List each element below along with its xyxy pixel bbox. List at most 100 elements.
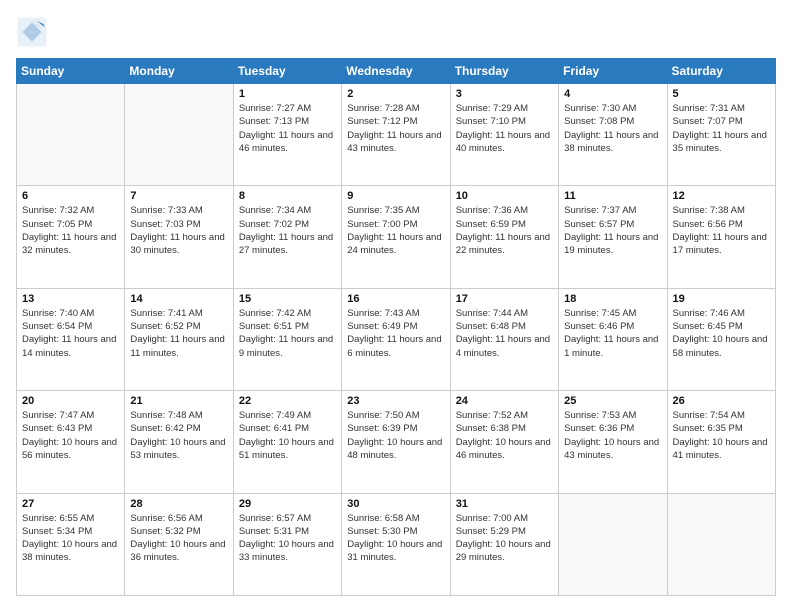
calendar-cell: 11Sunrise: 7:37 AMSunset: 6:57 PMDayligh… <box>559 186 667 288</box>
calendar-cell: 31 Sunrise: 7:00 AMSunset: 5:29 PMDayligh… <box>450 493 558 595</box>
cell-info: Sunrise: 7:34 AMSunset: 7:02 PMDaylight:… <box>239 204 336 257</box>
cell-info: Sunrise: 7:49 AMSunset: 6:41 PMDaylight:… <box>239 409 336 462</box>
calendar-cell <box>559 493 667 595</box>
day-number: 4 <box>564 88 661 100</box>
day-number: 24 <box>456 395 553 407</box>
calendar-cell: 23 Sunrise: 7:50 AMSunset: 6:39 PMDayligh… <box>342 391 450 493</box>
day-number: 26 <box>673 395 770 407</box>
cell-info: Sunrise: 7:52 AMSunset: 6:38 PMDaylight:… <box>456 409 553 462</box>
cell-info: Sunrise: 7:00 AMSunset: 5:29 PMDaylight:… <box>456 512 553 565</box>
calendar-cell: 12Sunrise: 7:38 AMSunset: 6:56 PMDayligh… <box>667 186 775 288</box>
day-number: 18 <box>564 293 661 305</box>
day-number: 2 <box>347 88 444 100</box>
day-number: 20 <box>22 395 119 407</box>
calendar-cell: 7 Sunrise: 7:33 AMSunset: 7:03 PMDaylight… <box>125 186 233 288</box>
calendar-cell <box>17 84 125 186</box>
cell-info: Sunrise: 7:32 AMSunset: 7:05 PMDaylight:… <box>22 204 119 257</box>
day-number: 10 <box>456 190 553 202</box>
calendar-cell: 25 Sunrise: 7:53 AMSunset: 6:36 PMDayligh… <box>559 391 667 493</box>
header-day-tuesday: Tuesday <box>233 59 341 84</box>
day-number: 30 <box>347 498 444 510</box>
day-number: 9 <box>347 190 444 202</box>
header-day-saturday: Saturday <box>667 59 775 84</box>
day-number: 28 <box>130 498 227 510</box>
day-number: 29 <box>239 498 336 510</box>
calendar-cell: 29 Sunrise: 6:57 AMSunset: 5:31 PMDayligh… <box>233 493 341 595</box>
calendar-cell: 30Sunrise: 6:58 AMSunset: 5:30 PMDayligh… <box>342 493 450 595</box>
calendar-cell: 19 Sunrise: 7:46 AMSunset: 6:45 PMDayligh… <box>667 288 775 390</box>
header <box>16 16 776 48</box>
logo-icon <box>16 16 48 48</box>
calendar-cell: 10 Sunrise: 7:36 AMSunset: 6:59 PMDayligh… <box>450 186 558 288</box>
calendar-cell <box>125 84 233 186</box>
day-number: 6 <box>22 190 119 202</box>
day-number: 31 <box>456 498 553 510</box>
cell-info: Sunrise: 7:30 AMSunset: 7:08 PMDaylight:… <box>564 102 661 155</box>
calendar-cell: 16Sunrise: 7:43 AMSunset: 6:49 PMDayligh… <box>342 288 450 390</box>
cell-info: Sunrise: 7:31 AMSunset: 7:07 PMDaylight:… <box>673 102 770 155</box>
calendar-cell: 5 Sunrise: 7:31 AMSunset: 7:07 PMDaylight… <box>667 84 775 186</box>
day-number: 1 <box>239 88 336 100</box>
calendar-cell: 15Sunrise: 7:42 AMSunset: 6:51 PMDayligh… <box>233 288 341 390</box>
cell-info: Sunrise: 7:54 AMSunset: 6:35 PMDaylight:… <box>673 409 770 462</box>
cell-info: Sunrise: 7:37 AMSunset: 6:57 PMDaylight:… <box>564 204 661 257</box>
calendar-cell <box>667 493 775 595</box>
day-number: 15 <box>239 293 336 305</box>
day-number: 27 <box>22 498 119 510</box>
calendar-cell: 6 Sunrise: 7:32 AMSunset: 7:05 PMDaylight… <box>17 186 125 288</box>
cell-info: Sunrise: 7:27 AMSunset: 7:13 PMDaylight:… <box>239 102 336 155</box>
calendar-week-3: 13 Sunrise: 7:40 AMSunset: 6:54 PMDayligh… <box>17 288 776 390</box>
day-number: 3 <box>456 88 553 100</box>
calendar-cell: 9Sunrise: 7:35 AMSunset: 7:00 PMDaylight… <box>342 186 450 288</box>
cell-info: Sunrise: 7:53 AMSunset: 6:36 PMDaylight:… <box>564 409 661 462</box>
day-number: 25 <box>564 395 661 407</box>
day-number: 21 <box>130 395 227 407</box>
header-day-sunday: Sunday <box>17 59 125 84</box>
page: SundayMondayTuesdayWednesdayThursdayFrid… <box>0 0 792 612</box>
header-day-friday: Friday <box>559 59 667 84</box>
cell-info: Sunrise: 7:36 AMSunset: 6:59 PMDaylight:… <box>456 204 553 257</box>
day-number: 23 <box>347 395 444 407</box>
calendar-cell: 21Sunrise: 7:48 AMSunset: 6:42 PMDayligh… <box>125 391 233 493</box>
cell-info: Sunrise: 7:28 AMSunset: 7:12 PMDaylight:… <box>347 102 444 155</box>
calendar-header-row: SundayMondayTuesdayWednesdayThursdayFrid… <box>17 59 776 84</box>
header-day-wednesday: Wednesday <box>342 59 450 84</box>
calendar-cell: 14 Sunrise: 7:41 AMSunset: 6:52 PMDayligh… <box>125 288 233 390</box>
cell-info: Sunrise: 7:40 AMSunset: 6:54 PMDaylight:… <box>22 307 119 360</box>
cell-info: Sunrise: 7:46 AMSunset: 6:45 PMDaylight:… <box>673 307 770 360</box>
calendar-cell: 17 Sunrise: 7:44 AMSunset: 6:48 PMDayligh… <box>450 288 558 390</box>
calendar-cell: 27Sunrise: 6:55 AMSunset: 5:34 PMDayligh… <box>17 493 125 595</box>
day-number: 7 <box>130 190 227 202</box>
day-number: 16 <box>347 293 444 305</box>
calendar-cell: 13 Sunrise: 7:40 AMSunset: 6:54 PMDayligh… <box>17 288 125 390</box>
header-day-monday: Monday <box>125 59 233 84</box>
cell-info: Sunrise: 7:45 AMSunset: 6:46 PMDaylight:… <box>564 307 661 360</box>
cell-info: Sunrise: 7:44 AMSunset: 6:48 PMDaylight:… <box>456 307 553 360</box>
day-number: 14 <box>130 293 227 305</box>
cell-info: Sunrise: 7:29 AMSunset: 7:10 PMDaylight:… <box>456 102 553 155</box>
calendar-cell: 3 Sunrise: 7:29 AMSunset: 7:10 PMDaylight… <box>450 84 558 186</box>
calendar-cell: 28 Sunrise: 6:56 AMSunset: 5:32 PMDayligh… <box>125 493 233 595</box>
cell-info: Sunrise: 7:50 AMSunset: 6:39 PMDaylight:… <box>347 409 444 462</box>
calendar-cell: 20Sunrise: 7:47 AMSunset: 6:43 PMDayligh… <box>17 391 125 493</box>
cell-info: Sunrise: 7:33 AMSunset: 7:03 PMDaylight:… <box>130 204 227 257</box>
calendar-cell: 8Sunrise: 7:34 AMSunset: 7:02 PMDaylight… <box>233 186 341 288</box>
calendar-week-5: 27Sunrise: 6:55 AMSunset: 5:34 PMDayligh… <box>17 493 776 595</box>
day-number: 19 <box>673 293 770 305</box>
day-number: 13 <box>22 293 119 305</box>
header-day-thursday: Thursday <box>450 59 558 84</box>
calendar-cell: 1 Sunrise: 7:27 AMSunset: 7:13 PMDaylight… <box>233 84 341 186</box>
calendar-cell: 24 Sunrise: 7:52 AMSunset: 6:38 PMDayligh… <box>450 391 558 493</box>
day-number: 22 <box>239 395 336 407</box>
cell-info: Sunrise: 6:56 AMSunset: 5:32 PMDaylight:… <box>130 512 227 565</box>
calendar-table: SundayMondayTuesdayWednesdayThursdayFrid… <box>16 58 776 596</box>
calendar-week-2: 6 Sunrise: 7:32 AMSunset: 7:05 PMDaylight… <box>17 186 776 288</box>
calendar-week-4: 20Sunrise: 7:47 AMSunset: 6:43 PMDayligh… <box>17 391 776 493</box>
calendar-cell: 18 Sunrise: 7:45 AMSunset: 6:46 PMDayligh… <box>559 288 667 390</box>
calendar-cell: 26 Sunrise: 7:54 AMSunset: 6:35 PMDayligh… <box>667 391 775 493</box>
day-number: 17 <box>456 293 553 305</box>
day-number: 5 <box>673 88 770 100</box>
cell-info: Sunrise: 6:57 AMSunset: 5:31 PMDaylight:… <box>239 512 336 565</box>
calendar-cell: 2 Sunrise: 7:28 AMSunset: 7:12 PMDaylight… <box>342 84 450 186</box>
cell-info: Sunrise: 7:41 AMSunset: 6:52 PMDaylight:… <box>130 307 227 360</box>
